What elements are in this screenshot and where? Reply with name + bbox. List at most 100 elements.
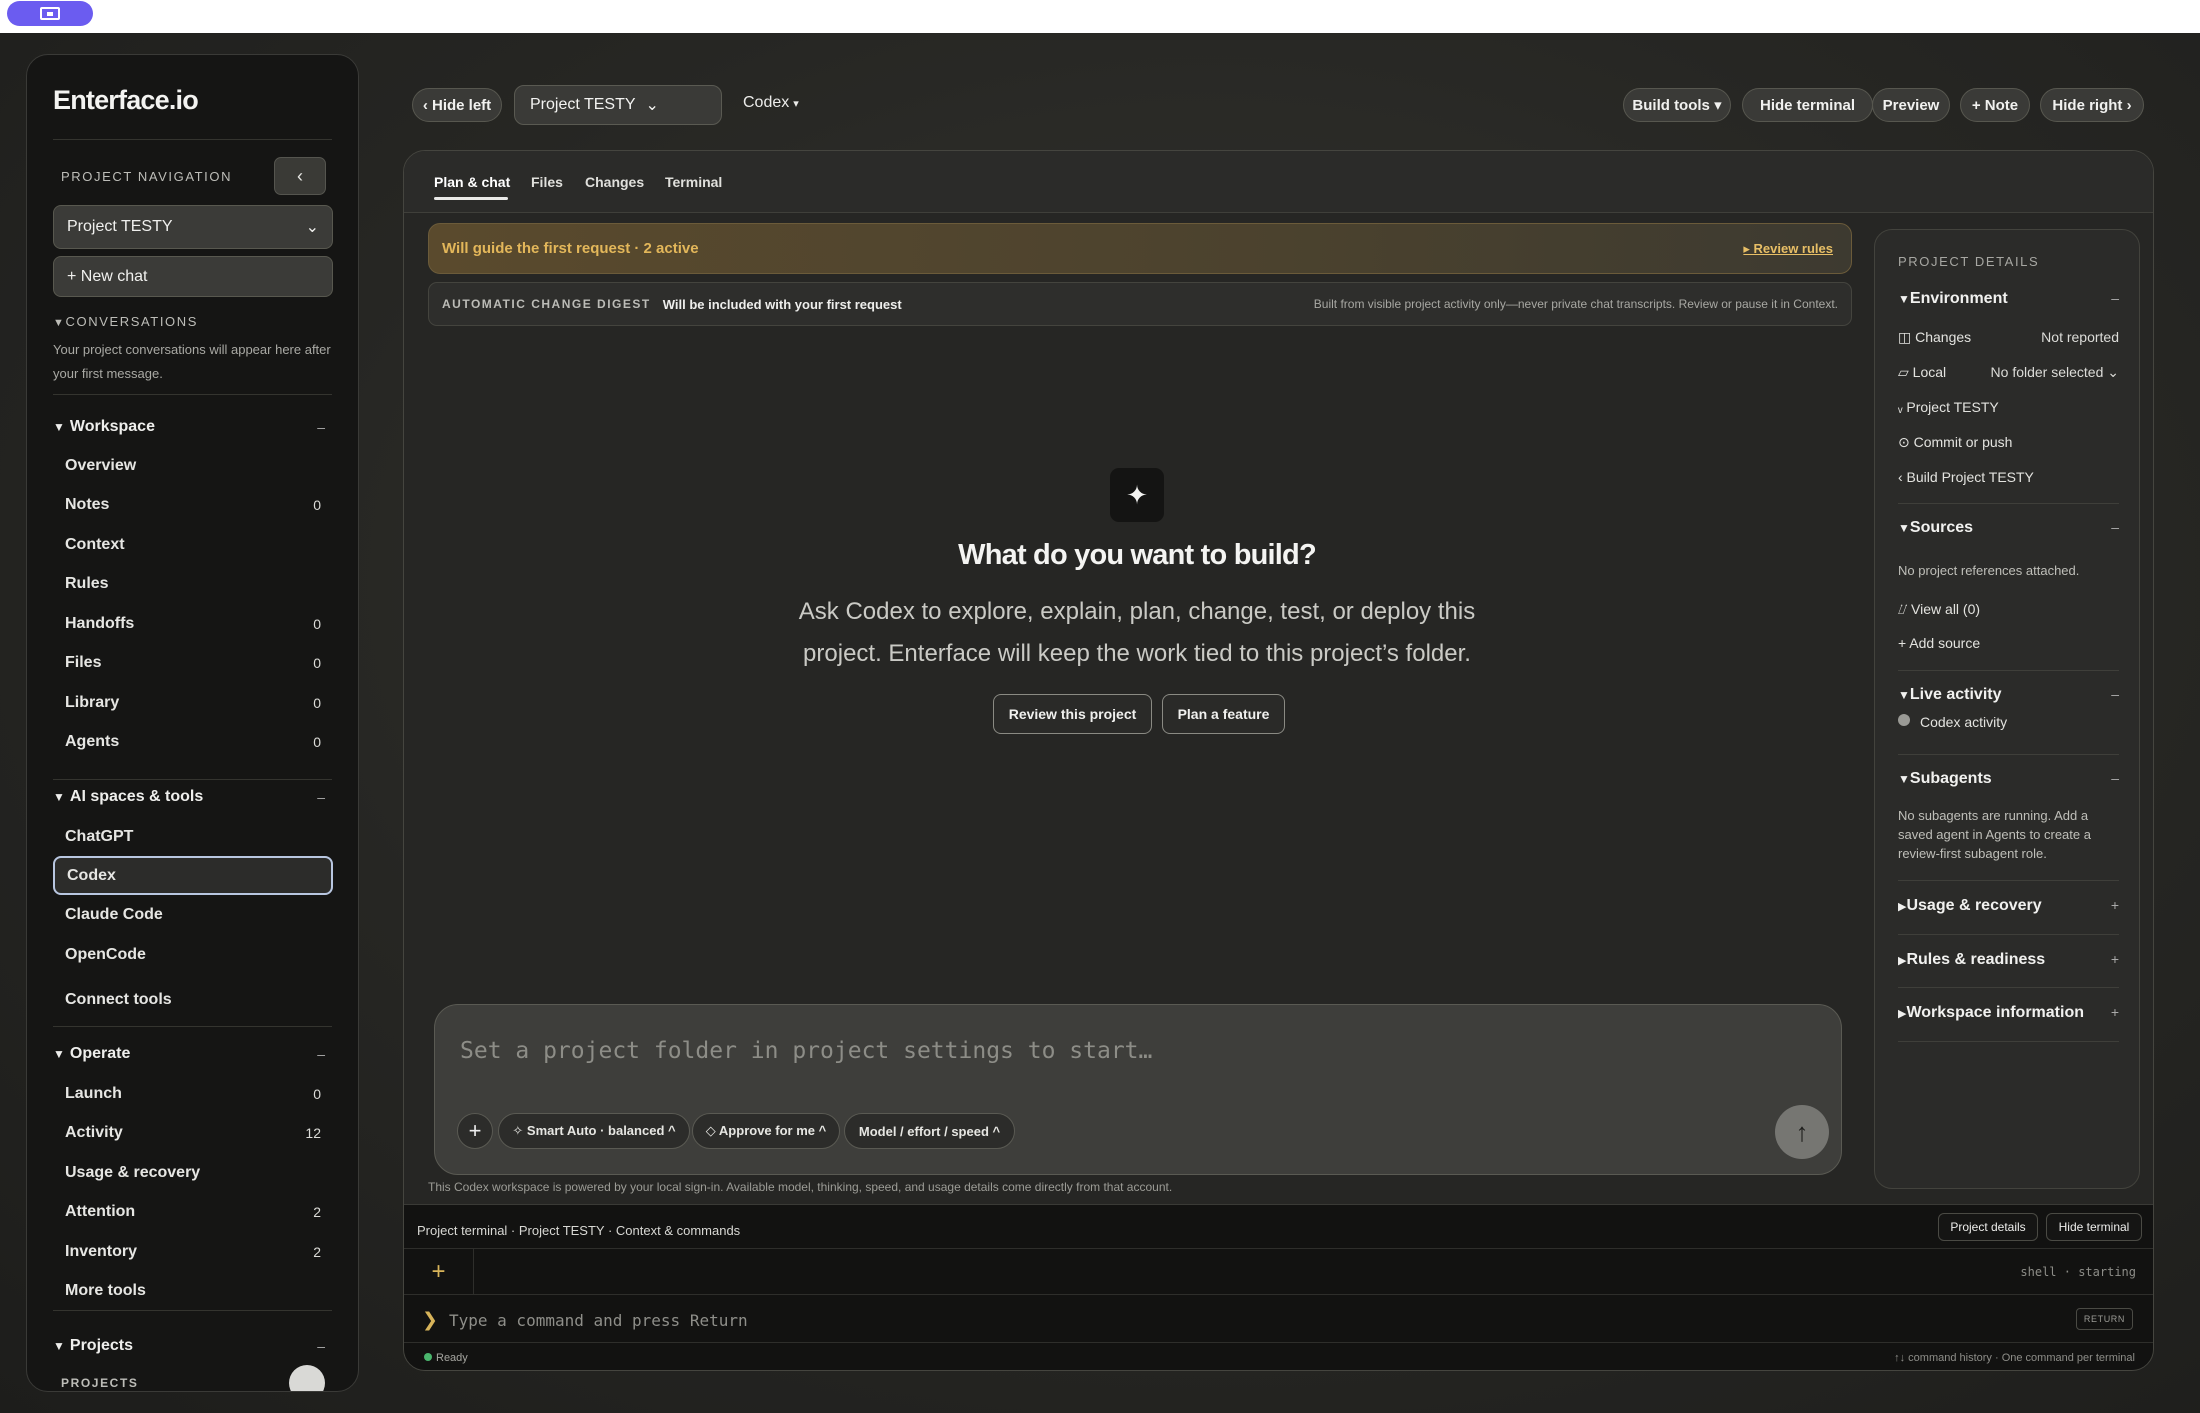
system-top-bar xyxy=(0,0,2200,33)
workspace-information-header[interactable]: ▶Workspace information + xyxy=(1898,1004,2119,1022)
digest-caption: AUTOMATIC CHANGE DIGEST xyxy=(442,297,651,311)
sidebar-item-files[interactable]: Files 0 xyxy=(53,644,333,683)
sidebar-item-count: 2 xyxy=(313,1243,321,1260)
send-button[interactable]: ↑ xyxy=(1775,1105,1829,1159)
rules-readiness-header[interactable]: ▶Rules & readiness + xyxy=(1898,951,2119,969)
model-effort-chip[interactable]: Model / effort / speed ^ xyxy=(844,1113,1015,1149)
agent-dropdown[interactable]: Codex ▾ xyxy=(743,94,799,112)
environment-title: Environment xyxy=(1909,290,2008,307)
collapse-icon: – xyxy=(2111,519,2119,535)
sidebar-item-agents[interactable]: Agents 0 xyxy=(53,723,333,762)
projects-caption: PROJECTS xyxy=(61,1376,139,1390)
new-chat-button[interactable]: + New chat xyxy=(53,256,333,297)
divider xyxy=(1898,670,2119,671)
environment-row-build-project-testy[interactable]: ‹ Build Project TESTY xyxy=(1898,469,2119,485)
project-select[interactable]: Project TESTY ⌄ xyxy=(53,205,333,249)
screen-share-pill[interactable] xyxy=(7,1,93,26)
sources-title: Sources xyxy=(1909,519,1974,536)
project-details-button[interactable]: Project details xyxy=(1938,1213,2038,1241)
active-tab-indicator xyxy=(434,197,508,200)
projects-title: Projects xyxy=(69,1337,134,1354)
attach-plus-button[interactable]: + xyxy=(457,1113,493,1149)
environment-row-local[interactable]: ▱ Local No folder selected ⌄ xyxy=(1898,364,2119,381)
review-rules-link[interactable]: ▸ Review rules xyxy=(1743,241,1833,257)
sidebar-item-chatgpt[interactable]: ChatGPT xyxy=(53,817,333,856)
view-all-sources-link[interactable]: ⌰ View all (0) xyxy=(1898,601,2119,618)
build-tools-button[interactable]: Build tools ▾ xyxy=(1623,88,1731,122)
environment-row-commit-or-push[interactable]: ⊙ Commit or push xyxy=(1898,434,2119,451)
project-dropdown[interactable]: Project TESTY ⌄ xyxy=(514,85,722,125)
sidebar-item-launch[interactable]: Launch 0 xyxy=(53,1074,333,1113)
preview-button[interactable]: Preview xyxy=(1872,88,1950,122)
tab-files[interactable]: Files xyxy=(531,174,563,190)
new-terminal-button[interactable]: + xyxy=(404,1249,474,1295)
sidebar-item-handoffs[interactable]: Handoffs 0 xyxy=(53,604,333,643)
tab-terminal[interactable]: Terminal xyxy=(665,174,722,190)
sidebar-item-codex[interactable]: Codex xyxy=(53,856,333,895)
agent-dropdown-value: Codex xyxy=(743,94,790,111)
sidebar-item-label: Files xyxy=(65,654,102,671)
brand-logo: Enterface.io xyxy=(53,85,199,115)
sidebar-item-label: Connect tools xyxy=(65,990,172,1008)
plan-feature-button[interactable]: Plan a feature xyxy=(1162,694,1285,734)
terminal-panel: Project terminal · Project TESTY · Conte… xyxy=(404,1204,2153,1370)
sidebar-item-label: Usage & recovery xyxy=(65,1163,201,1181)
prompt-input[interactable]: Set a project folder in project settings… xyxy=(460,1038,1152,1064)
collapse-sidebar-button[interactable]: ‹ xyxy=(274,157,326,195)
sidebar-item-opencode[interactable]: OpenCode xyxy=(53,935,333,974)
workspace-title: Workspace xyxy=(69,418,155,435)
operate-section-header[interactable]: ▼ Operate – xyxy=(53,1045,333,1063)
environment-row-project-testy[interactable]: ᵥ Project TESTY xyxy=(1898,399,2119,415)
sidebar-item-count: 0 xyxy=(313,1085,321,1102)
project-details-panel: PROJECT DETAILS ▼Environment – ◫ Changes N… xyxy=(1874,229,2140,1189)
sidebar-item-label: Library xyxy=(65,693,120,711)
sidebar-item-more-tools[interactable]: More tools xyxy=(53,1272,333,1311)
triangle-down-icon: ▼ xyxy=(53,317,66,329)
tab-changes[interactable]: Changes xyxy=(585,174,644,190)
sidebar-item-attention[interactable]: Attention 2 xyxy=(53,1193,333,1232)
conversations-toggle[interactable]: ▼CONVERSATIONS xyxy=(53,314,198,329)
terminal-input[interactable]: Type a command and press Return xyxy=(449,1311,748,1330)
approve-chip[interactable]: ◇ Approve for me ^ xyxy=(692,1113,840,1149)
ai-spaces-section-header[interactable]: ▼ AI spaces & tools – xyxy=(53,788,333,806)
projects-section-header[interactable]: ▼ Projects – xyxy=(53,1337,333,1355)
sparkle-icon: ✦ xyxy=(1110,468,1164,522)
add-project-button[interactable] xyxy=(289,1365,325,1391)
sidebar-item-overview[interactable]: Overview xyxy=(53,446,333,485)
terminal-title: Project terminal · Project TESTY · Conte… xyxy=(417,1223,741,1238)
smart-auto-chip[interactable]: ✧ Smart Auto · balanced ^ xyxy=(498,1113,690,1149)
collapse-icon: – xyxy=(2111,290,2119,306)
sidebar-item-activity[interactable]: Activity 12 xyxy=(53,1114,333,1153)
hide-terminal-button[interactable]: Hide terminal xyxy=(2046,1213,2142,1241)
hide-terminal-button[interactable]: Hide terminal xyxy=(1742,88,1873,122)
sidebar-item-inventory[interactable]: Inventory 2 xyxy=(53,1232,333,1271)
sidebar-item-library[interactable]: Library 0 xyxy=(53,683,333,722)
tab-plan-chat[interactable]: Plan & chat xyxy=(434,174,510,190)
add-source-link[interactable]: + Add source xyxy=(1898,635,2119,651)
review-project-button[interactable]: Review this project xyxy=(993,694,1152,734)
sidebar-item-claude-code[interactable]: Claude Code xyxy=(53,895,333,934)
hide-left-button[interactable]: ‹ Hide left xyxy=(412,88,502,122)
usage-recovery-title: Usage & recovery xyxy=(1906,897,2042,914)
return-key-badge: RETURN xyxy=(2075,1308,2133,1330)
workspace-section-header[interactable]: ▼ Workspace – xyxy=(53,418,333,436)
add-note-button[interactable]: + Note xyxy=(1960,88,2030,122)
sidebar-item-context[interactable]: Context xyxy=(53,525,333,564)
environment-row-changes[interactable]: ◫ Changes Not reported xyxy=(1898,329,2119,346)
usage-recovery-header[interactable]: ▶Usage & recovery + xyxy=(1898,897,2119,915)
environment-header[interactable]: ▼Environment – xyxy=(1898,290,2119,308)
sidebar-item-count: 0 xyxy=(313,694,321,711)
sidebar-item-label: ChatGPT xyxy=(65,827,134,845)
sidebar-item-label: Agents xyxy=(65,733,120,750)
environment-row-label: ▱ Local xyxy=(1898,364,1947,380)
hide-right-button[interactable]: Hide right › xyxy=(2040,88,2144,122)
collapse-icon: – xyxy=(2111,686,2119,702)
collapse-icon: – xyxy=(2111,770,2119,786)
sidebar-item-connect-tools[interactable]: Connect tools xyxy=(53,980,333,1019)
sources-header[interactable]: ▼Sources – xyxy=(1898,519,2119,537)
sidebar-item-usage-recovery[interactable]: Usage & recovery xyxy=(53,1153,333,1192)
sidebar-item-rules[interactable]: Rules xyxy=(53,565,333,604)
subagents-header[interactable]: ▼Subagents – xyxy=(1898,770,2119,788)
sidebar-item-notes[interactable]: Notes 0 xyxy=(53,486,333,525)
live-activity-header[interactable]: ▼Live activity – xyxy=(1898,686,2119,704)
